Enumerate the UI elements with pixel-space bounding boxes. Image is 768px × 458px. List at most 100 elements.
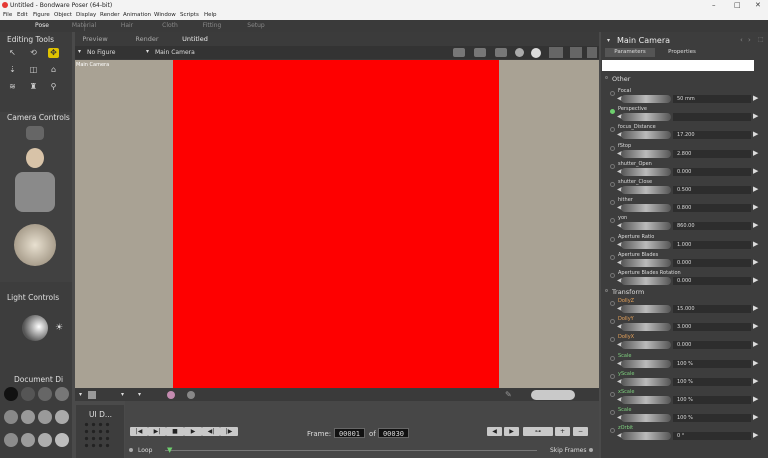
taper-tool-icon[interactable]: ⌂ <box>48 65 59 75</box>
tab-cloth[interactable]: Cloth <box>152 21 188 31</box>
parameter-dial[interactable] <box>621 432 671 441</box>
memory-dots-icon[interactable] <box>83 421 111 449</box>
parameter-menu-arrow-icon[interactable]: ▶ <box>753 431 758 439</box>
shadow-dropdown-icon[interactable]: ▾ <box>79 391 82 398</box>
parameter-menu-arrow-icon[interactable]: ▶ <box>753 167 758 175</box>
parameter-menu-arrow-icon[interactable]: ▶ <box>753 240 758 248</box>
parameter-menu-arrow-icon[interactable]: ▶ <box>753 304 758 312</box>
parameter-menu-arrow-icon[interactable]: ▶ <box>753 377 758 385</box>
render-area[interactable] <box>173 60 499 388</box>
menu-edit[interactable]: Edit <box>17 12 28 18</box>
chain-tool-icon[interactable]: ≋ <box>7 82 18 92</box>
parameter-dial[interactable] <box>621 258 671 267</box>
parameter-value[interactable]: 1.000 <box>673 240 751 249</box>
parameter-value[interactable]: 0 ° <box>673 432 751 441</box>
camera-select[interactable]: Main Camera <box>155 49 195 56</box>
add-keyframe-button[interactable]: + <box>555 427 570 436</box>
menu-animation[interactable]: Animation <box>123 12 151 18</box>
style-wireframe-icon[interactable] <box>38 387 52 401</box>
maximize-icon[interactable]: □ <box>734 1 741 9</box>
tab-document-name[interactable]: Untitled <box>175 34 215 44</box>
parameter-keyframe-dot[interactable] <box>610 410 615 416</box>
total-frames-field[interactable]: 00030 <box>378 428 409 438</box>
parameter-value[interactable]: 17.200 <box>673 131 751 140</box>
ground-icon[interactable] <box>187 391 195 399</box>
parameter-dial[interactable] <box>621 323 671 332</box>
parameter-keyframe-dot[interactable] <box>610 236 615 242</box>
current-frame-field[interactable]: 00001 <box>334 428 365 438</box>
parameter-dial[interactable] <box>621 305 671 313</box>
timeline-thumb[interactable]: ▼ <box>167 446 172 454</box>
parameter-dial[interactable] <box>621 414 671 423</box>
style-lit-wire-icon[interactable] <box>4 410 18 424</box>
parameter-keyframe-dot[interactable] <box>610 200 615 206</box>
tab-fitting[interactable]: Fitting <box>194 21 230 31</box>
menu-render[interactable]: Render <box>100 12 120 18</box>
parameter-dial[interactable] <box>621 167 671 176</box>
section-other[interactable]: Other <box>601 75 768 84</box>
scale-tool-icon[interactable]: ◫ <box>28 65 39 75</box>
parameter-value[interactable]: 0.000 <box>673 167 751 176</box>
render-sphere-icon[interactable] <box>515 48 524 57</box>
minimize-icon[interactable]: – <box>712 1 716 9</box>
parameter-value[interactable]: 15.000 <box>673 305 751 313</box>
style-smooth-lined-icon[interactable] <box>21 433 35 447</box>
style-dropdown-icon[interactable]: ▾ <box>138 391 141 398</box>
parameter-dial[interactable] <box>621 341 671 350</box>
parameter-dial[interactable] <box>621 222 671 231</box>
parameter-value[interactable]: 3.000 <box>673 323 751 332</box>
menu-scripts[interactable]: Scripts <box>180 12 199 18</box>
translate-tool-icon[interactable]: ✥ <box>48 48 59 58</box>
parameter-value[interactable]: 100 % <box>673 414 751 423</box>
parameter-value[interactable]: 100 % <box>673 377 751 386</box>
parameter-dial[interactable] <box>621 377 671 386</box>
parameter-keyframe-dot[interactable] <box>610 428 615 434</box>
parameter-value[interactable]: 0.000 <box>673 341 751 350</box>
parameter-value[interactable]: 100 % <box>673 396 751 404</box>
timeline-slider[interactable] <box>165 450 537 451</box>
parameter-value[interactable]: 0.000 <box>673 258 751 267</box>
area-render-icon[interactable] <box>495 48 507 57</box>
parameter-menu-arrow-icon[interactable]: ▶ <box>753 94 758 102</box>
parameter-menu-arrow-icon[interactable]: ▶ <box>753 130 758 138</box>
preview-settings-icon[interactable] <box>549 47 563 58</box>
last-frame-button[interactable]: |▶ <box>220 427 238 436</box>
parameter-value[interactable]: 50 mm <box>673 95 751 103</box>
tab-parameters[interactable]: Parameters <box>605 48 655 57</box>
parameter-menu-arrow-icon[interactable]: ▶ <box>753 395 758 403</box>
parameter-keyframe-dot[interactable] <box>610 127 615 133</box>
style-preview-icon[interactable] <box>55 433 69 447</box>
parameter-keyframe-dot[interactable] <box>610 91 615 96</box>
parameter-value[interactable] <box>673 113 751 122</box>
hand-camera-icon[interactable] <box>26 126 44 140</box>
twist-tool-icon[interactable]: ⇣ <box>7 65 18 75</box>
preview-dropdown-icon[interactable]: ▾ <box>121 391 124 398</box>
parameter-menu-arrow-icon[interactable]: ▶ <box>753 322 758 330</box>
previous-key-button[interactable]: ▶| <box>148 427 166 436</box>
parameter-keyframe-dot[interactable] <box>610 392 615 397</box>
parameter-menu-arrow-icon[interactable]: ▶ <box>753 340 758 348</box>
figure-dropdown-icon[interactable]: ▾ <box>78 48 81 55</box>
parameter-menu-arrow-icon[interactable]: ▶ <box>753 112 758 120</box>
style-flat-lined-icon[interactable] <box>38 410 52 424</box>
select-tool-icon[interactable]: ↖ <box>7 48 18 58</box>
menu-help[interactable]: Help <box>204 12 217 18</box>
paint-icon[interactable] <box>167 391 175 399</box>
tab-render[interactable]: Render <box>127 34 167 44</box>
parameter-dial[interactable] <box>621 240 671 249</box>
first-frame-button[interactable]: |◀ <box>130 427 148 436</box>
parameter-keyframe-dot[interactable] <box>610 254 615 260</box>
parameter-keyframe-dot[interactable] <box>610 109 615 115</box>
prev-keyframe-button[interactable]: ◀ <box>487 427 502 436</box>
remove-keyframe-button[interactable]: − <box>573 427 588 436</box>
floor-view-icon[interactable] <box>587 47 597 58</box>
face-camera-icon[interactable] <box>26 148 44 168</box>
light-sphere-icon[interactable] <box>22 315 48 341</box>
camera-snapshot-icon[interactable] <box>453 48 465 57</box>
parameter-value[interactable]: 0.000 <box>673 277 751 285</box>
play-button[interactable]: ▶ <box>184 427 202 436</box>
style-silhouette-icon[interactable] <box>4 387 18 401</box>
parameter-menu-arrow-icon[interactable]: ▶ <box>753 359 758 367</box>
parameter-menu-arrow-icon[interactable]: ▶ <box>753 203 758 211</box>
grid-view-icon[interactable] <box>570 47 582 58</box>
